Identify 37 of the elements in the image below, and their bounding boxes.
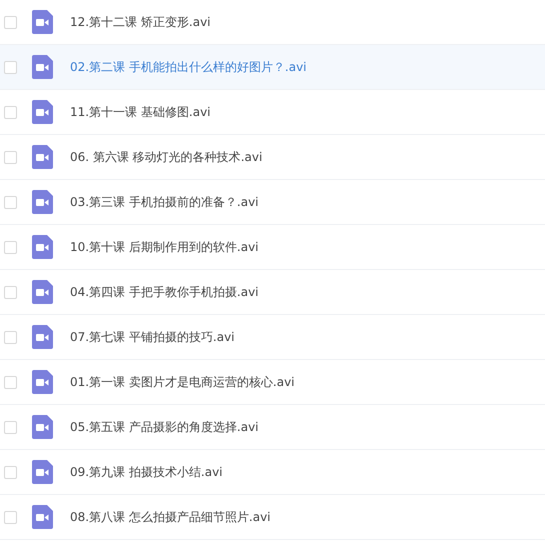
video-file-icon [32, 100, 53, 124]
file-name: 06. 第六课 移动灯光的各种技术.avi [70, 148, 262, 166]
file-name: 07.第七课 平铺拍摄的技巧.avi [70, 328, 235, 346]
checkbox[interactable] [4, 376, 17, 388]
checkbox[interactable] [4, 286, 17, 298]
file-name: 08.第八课 怎么拍摄产品细节照片.avi [70, 508, 271, 526]
checkbox[interactable] [4, 510, 17, 524]
file-name: 10.第十课 后期制作用到的软件.avi [70, 238, 259, 256]
file-name: 09.第九课 拍摄技术小结.avi [70, 464, 223, 480]
video-file-icon [32, 235, 53, 259]
file-name: 02.第二课 手机能拍出什么样的好图片？.avi [70, 58, 307, 76]
checkbox[interactable] [4, 330, 17, 344]
checkbox[interactable] [4, 240, 17, 254]
file-name: 11.第十一课 基础修图.avi [70, 104, 211, 120]
video-file-icon [32, 10, 53, 34]
checkbox[interactable] [4, 196, 17, 208]
video-file-icon [32, 370, 53, 394]
video-file-icon [32, 505, 53, 529]
checkbox[interactable] [4, 420, 17, 434]
video-file-icon [32, 190, 53, 214]
file-name: 12.第十二课 矫正变形.avi [70, 14, 211, 30]
checkbox[interactable] [4, 466, 17, 478]
checkbox[interactable] [4, 106, 17, 118]
checkbox[interactable] [4, 60, 17, 74]
video-file-icon [32, 280, 53, 304]
video-file-icon [32, 55, 53, 79]
file-name: 01.第一课 卖图片才是电商运营的核心.avi [70, 374, 295, 390]
file-name: 05.第五课 产品摄影的角度选择.avi [70, 418, 259, 436]
checkbox[interactable] [4, 16, 17, 28]
checkbox[interactable] [4, 150, 17, 164]
file-name: 04.第四课 手把手教你手机拍摄.avi [70, 284, 259, 300]
video-file-icon [32, 415, 53, 439]
video-file-icon [32, 460, 53, 484]
video-file-icon [32, 325, 53, 349]
file-row[interactable]: 02.第二课 手机能拍出什么样的好图片？.avi [0, 45, 545, 90]
video-file-icon [32, 145, 53, 169]
file-name: 03.第三课 手机拍摄前的准备？.avi [70, 194, 259, 210]
